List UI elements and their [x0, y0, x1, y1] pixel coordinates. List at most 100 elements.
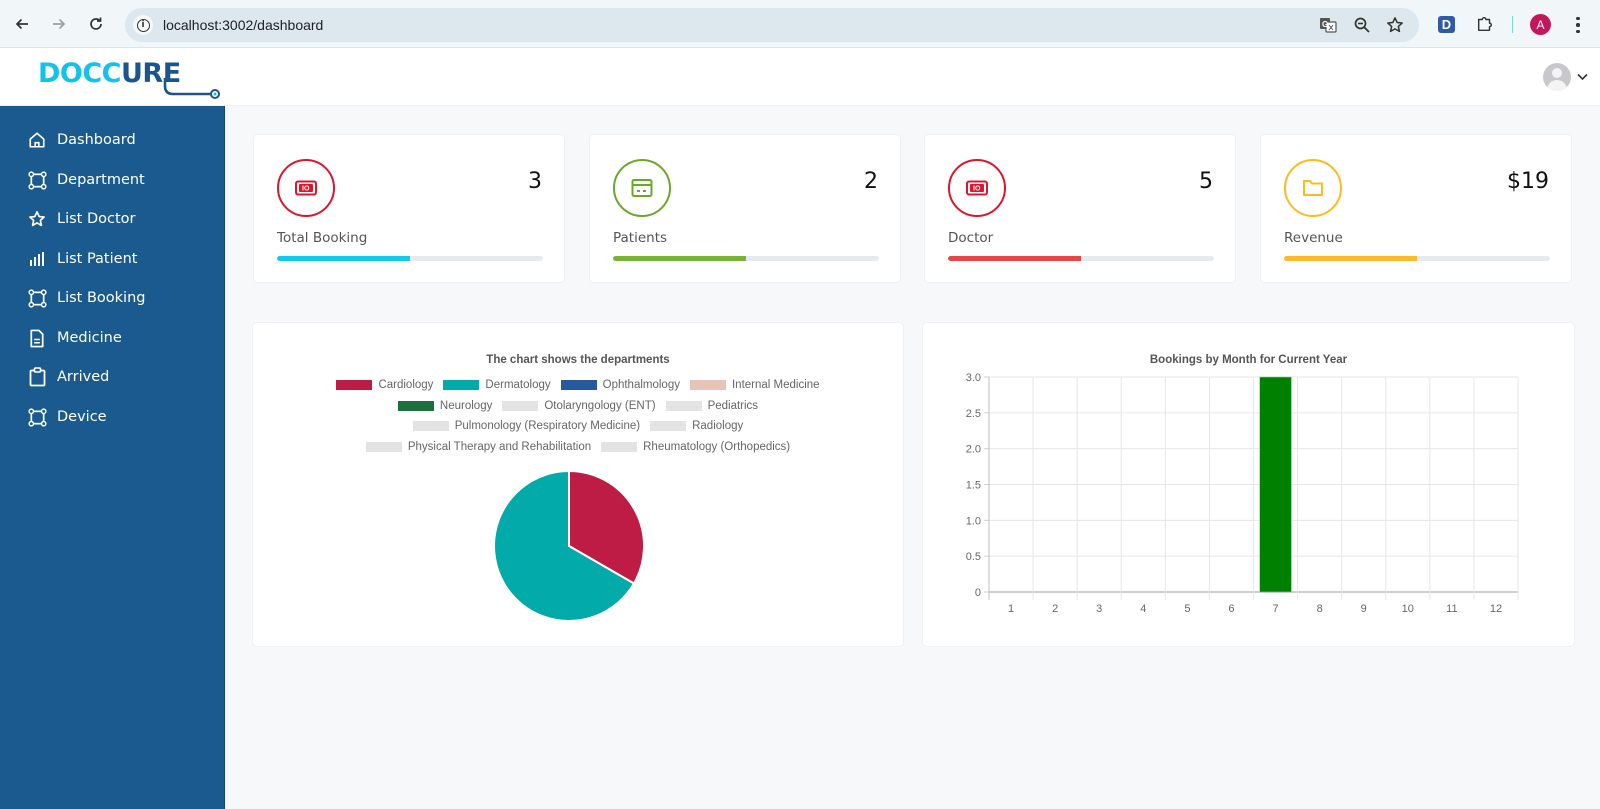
pie-chart-title: The chart shows the departments [486, 354, 670, 366]
stat-value: 5 [1199, 169, 1213, 194]
stat-progress-bar [277, 256, 543, 261]
legend-item[interactable]: Internal Medicine [689, 379, 820, 391]
sidebar-item-label: List Patient [57, 251, 138, 267]
x-tick-label: 4 [1140, 603, 1146, 615]
stat-progress-bar [1284, 256, 1550, 261]
legend-item[interactable]: Neurology [397, 400, 493, 412]
pie-slice-dermatology[interactable] [493, 469, 636, 622]
legend-row: Cardiology Dermatology Ophthalmology Intern… [253, 379, 903, 391]
legend-item[interactable]: Pulmonology (Respiratory Medicine) [412, 420, 640, 432]
user-menu[interactable] [1543, 63, 1588, 91]
progress-fill [277, 256, 410, 261]
sidebar-item-list-booking[interactable]: List Booking [0, 280, 225, 316]
sidebar-item-medicine[interactable]: Medicine [0, 320, 225, 356]
legend-swatch [665, 401, 702, 411]
vector-square-icon [27, 288, 47, 308]
credit-card-icon [613, 159, 671, 217]
legend-item[interactable]: Otolaryngology (ENT) [502, 400, 656, 412]
back-icon[interactable] [10, 12, 34, 36]
x-tick-label: 8 [1317, 603, 1323, 615]
reload-icon[interactable] [84, 12, 108, 36]
toolbar-separator [1512, 16, 1513, 33]
progress-fill [1284, 256, 1417, 261]
legend-item[interactable]: Rheumatology (Orthopedics) [601, 441, 790, 453]
stat-progress-bar [613, 256, 879, 261]
departments-chart-card: The chart shows the departments Cardiolo… [252, 322, 904, 647]
y-tick-label: 2.0 [966, 444, 981, 456]
sidebar-item-list-patient[interactable]: List Patient [0, 241, 225, 277]
legend-item[interactable]: Pediatrics [665, 400, 758, 412]
sidebar-item-label: Medicine [57, 330, 122, 346]
stat-card-total-booking: IO 3 Total Booking [253, 134, 565, 283]
legend-item[interactable]: Cardiology [336, 379, 433, 391]
extensions-puzzle-icon[interactable] [1474, 13, 1496, 35]
sidebar-item-label: List Booking [57, 290, 146, 306]
y-tick-label: 1.0 [966, 515, 981, 527]
user-avatar[interactable] [1543, 63, 1571, 91]
sidebar-item-label: Arrived [57, 369, 110, 385]
legend-label: Neurology [439, 400, 493, 412]
sidebar-item-department[interactable]: Department [0, 162, 225, 198]
y-tick-label: 0.5 [966, 551, 981, 563]
address-bar[interactable]: i localhost:3002/dashboard G [125, 8, 1419, 42]
sidebar-item-arrived[interactable]: Arrived [0, 359, 225, 395]
y-tick-label: 3.0 [966, 372, 981, 384]
legend-item[interactable]: Ophthalmology [560, 379, 680, 391]
legend-item[interactable]: Dermatology [443, 379, 551, 391]
stat-card-patients: 2 Patients [589, 134, 901, 283]
extension-d-icon[interactable]: D [1438, 16, 1455, 33]
stat-label: Total Booking [277, 230, 368, 246]
legend-swatch [650, 421, 687, 431]
legend-label: Rheumatology (Orthopedics) [643, 441, 791, 453]
pie-slice-cardiology[interactable] [568, 469, 645, 585]
bar-month-7[interactable] [1259, 376, 1292, 593]
app-header: DOCC URE [0, 48, 1600, 106]
progress-fill [948, 256, 1081, 261]
sidebar-item-label: Department [57, 172, 145, 188]
bar-chart-icon [27, 249, 47, 269]
legend-row: Physical Therapy and Rehabilitation Rheum… [253, 441, 903, 453]
y-tick-label: 1.5 [966, 480, 981, 492]
sidebar-item-label: Dashboard [57, 132, 136, 148]
doccure-logo[interactable]: DOCC URE [38, 58, 220, 99]
site-info-icon[interactable]: i [133, 15, 153, 35]
svg-text:IO: IO [973, 186, 981, 193]
menu-kebab-icon[interactable] [1570, 14, 1586, 36]
x-tick-label: 7 [1272, 603, 1278, 615]
legend-swatch [502, 401, 539, 411]
legend-label: Radiology [692, 420, 744, 432]
sidebar-item-label: Device [57, 409, 107, 425]
legend-label: Internal Medicine [731, 379, 820, 391]
sidebar-item-device[interactable]: Device [0, 399, 225, 435]
legend-item[interactable]: Physical Therapy and Rehabilitation [365, 441, 591, 453]
x-tick-label: 3 [1096, 603, 1102, 615]
forward-icon[interactable] [47, 12, 71, 36]
bookings-chart-card: Bookings by Month for Current Year 0 0.5 1… [922, 322, 1575, 647]
legend-swatch [365, 442, 402, 452]
sidebar-item-dashboard[interactable]: Dashboard [0, 122, 225, 158]
translate-icon[interactable]: G [1318, 15, 1338, 35]
legend-label: Ophthalmology [602, 379, 680, 391]
legend-row: Neurology Otolaryngology (ENT) Pediatrics [253, 400, 903, 412]
bookmark-star-icon[interactable] [1385, 15, 1405, 35]
document-icon [27, 328, 47, 348]
profile-avatar[interactable]: A [1530, 14, 1551, 35]
bar-chart: 00.51.01.52.02.53.01 2 3 4 5 6 7 8 9 10 11 12 [966, 372, 1519, 615]
stat-card-doctor: IO 5 Doctor [924, 134, 1236, 283]
legend-swatch [560, 380, 597, 390]
legend-label: Cardiology [378, 379, 434, 391]
legend-item[interactable]: Radiology [650, 420, 743, 432]
y-tick-label: 2.5 [966, 408, 981, 420]
pie-chart [493, 469, 645, 622]
chevron-down-icon[interactable] [1577, 73, 1588, 81]
legend-swatch [601, 442, 638, 452]
stat-value: $19 [1507, 169, 1549, 194]
stat-value: 3 [528, 169, 542, 194]
x-tick-label: 10 [1402, 603, 1414, 615]
legend-swatch [412, 421, 449, 431]
sidebar-item-list-doctor[interactable]: List Doctor [0, 201, 225, 237]
url-text[interactable]: localhost:3002/dashboard [163, 17, 323, 33]
legend-label: Otolaryngology (ENT) [544, 400, 656, 412]
zoom-out-icon[interactable] [1352, 15, 1372, 35]
vector-square-icon [27, 407, 47, 427]
